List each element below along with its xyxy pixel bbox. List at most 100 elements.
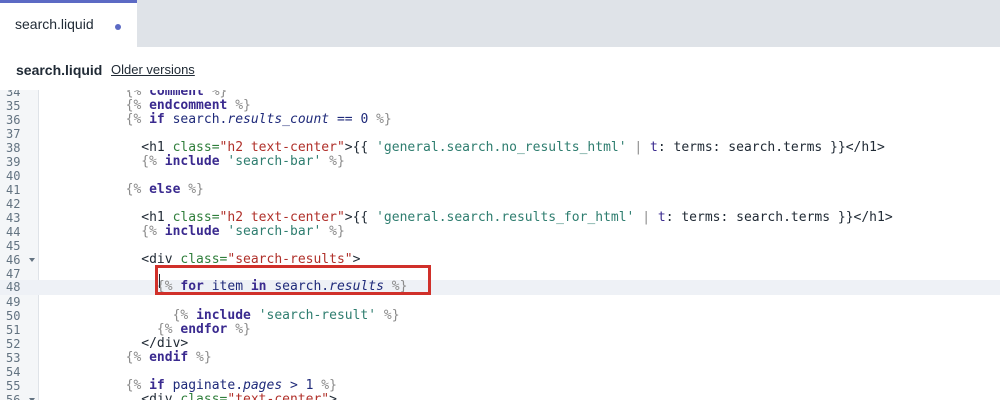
code-token: {%: [63, 350, 150, 365]
tab-label: search.liquid: [15, 16, 94, 32]
code-token: if: [149, 378, 165, 393]
code-token: <h1: [63, 140, 173, 155]
code-text: {% include 'search-result' %}: [63, 309, 400, 323]
text-cursor: [159, 274, 160, 288]
code-line[interactable]: 50 {% include 'search-result' %}: [0, 309, 1000, 324]
code-token: class=: [172, 210, 220, 225]
code-token: %}: [313, 378, 337, 393]
line-number: 36: [6, 113, 21, 127]
file-name: search.liquid: [16, 62, 103, 78]
code-text: {% include 'search-bar' %}: [63, 155, 345, 169]
code-token: t: [657, 210, 666, 225]
highlight-annotation-box: [155, 265, 431, 295]
line-number: 34: [6, 90, 21, 99]
code-line[interactable]: 43 <h1 class="h2 text-center">{{ 'genera…: [0, 210, 1000, 226]
line-number: 37: [6, 127, 21, 141]
code-token: pages: [243, 378, 283, 393]
line-number: 50: [6, 309, 21, 323]
code-token: : terms: search.terms }}</h1>: [657, 140, 885, 155]
code-token: class=: [172, 140, 220, 155]
file-header: search.liquid Older versions: [0, 47, 1000, 90]
code-token: %}: [368, 112, 392, 127]
code-line[interactable]: 38 <h1 class="h2 text-center">{{ 'genera…: [0, 141, 1000, 156]
code-line[interactable]: 39 {% include 'search-bar' %}: [0, 155, 1000, 170]
code-token: |: [634, 210, 658, 225]
code-token: %}: [188, 350, 212, 365]
line-number: 44: [6, 225, 21, 239]
code-token: %}: [321, 154, 345, 169]
code-line[interactable]: 48 {% for item in search.results %}: [0, 280, 1000, 295]
code-line[interactable]: 35 {% endcomment %}: [0, 98, 1000, 114]
code-token: %}: [321, 224, 345, 239]
code-token: results_count: [227, 112, 330, 127]
code-token: {%: [63, 154, 165, 169]
code-text: <h1 class="h2 text-center">{{ 'general.s…: [63, 210, 893, 225]
code-line[interactable]: 42: [0, 197, 1000, 211]
code-token: {%: [63, 112, 150, 127]
code-line[interactable]: 46 <div class="search-results">: [0, 253, 1000, 268]
code-token: {%: [63, 322, 181, 337]
code-text: </div>: [63, 337, 188, 351]
tab-search-liquid[interactable]: search.liquid: [0, 0, 137, 47]
code-token: 'general.search.no_results_html': [376, 140, 627, 155]
code-token: include: [196, 308, 251, 323]
code-token: endcomment: [149, 98, 228, 113]
code-token: "text-center": [227, 392, 330, 400]
line-number: 47: [6, 267, 21, 281]
code-token: include: [164, 154, 220, 169]
code-line[interactable]: 53 {% endif %}: [0, 351, 1000, 366]
code-line[interactable]: 44 {% include 'search-bar' %}: [0, 225, 1000, 240]
code-line[interactable]: 49: [0, 295, 1000, 309]
line-number: 51: [6, 323, 21, 337]
code-line[interactable]: 40: [0, 169, 1000, 183]
older-versions-link[interactable]: Older versions: [111, 62, 195, 77]
code-text: {% if search.results_count == 0 %}: [63, 113, 392, 127]
line-number: 42: [6, 197, 21, 211]
code-line[interactable]: 45: [0, 239, 1000, 253]
line-number: 40: [6, 169, 21, 183]
code-token: {%: [63, 378, 150, 393]
code-token: >: [282, 378, 306, 393]
code-token: >: [329, 392, 337, 400]
code-line[interactable]: 56 <div class="text-center">: [0, 393, 1000, 400]
line-number: 53: [6, 351, 21, 365]
code-token: 'general.search.results_for_html': [376, 210, 635, 225]
line-number: 49: [6, 295, 21, 309]
line-number: 35: [6, 99, 21, 113]
code-line[interactable]: 36 {% if search.results_count == 0 %}: [0, 113, 1000, 128]
code-text: {% else %}: [63, 183, 204, 197]
code-token: endif: [149, 350, 189, 365]
code-token: class=: [180, 392, 228, 400]
code-token: endfor: [180, 322, 228, 337]
code-line[interactable]: 37: [0, 127, 1000, 141]
fold-arrow-icon[interactable]: [29, 258, 35, 262]
code-token: >{{: [344, 140, 377, 155]
code-token: : terms: search.terms }}</h1>: [665, 210, 893, 225]
code-token: if: [149, 112, 165, 127]
line-number: 45: [6, 239, 21, 253]
code-line[interactable]: 54: [0, 365, 1000, 379]
code-line[interactable]: 55 {% if paginate.pages > 1 %}: [0, 378, 1000, 394]
code-token: {%: [63, 308, 197, 323]
line-number: 46: [6, 253, 21, 267]
code-text: <h1 class="h2 text-center">{{ 'general.s…: [63, 141, 885, 155]
code-token: |: [626, 140, 651, 155]
code-token: %}: [227, 322, 251, 337]
code-editor[interactable]: 34 {% comment %} 35 {% endcomment %} 36 {%…: [0, 90, 1000, 400]
code-text: {% endfor %}: [63, 323, 251, 337]
code-line[interactable]: 51 {% endfor %}: [0, 323, 1000, 338]
code-token: 'search-bar': [227, 154, 322, 169]
code-line[interactable]: 52 </div>: [0, 337, 1000, 352]
code-text: <div class="text-center">: [63, 393, 337, 400]
code-text: {% include 'search-bar' %}: [63, 225, 345, 239]
line-number: 38: [6, 141, 21, 155]
code-token: ==: [329, 112, 361, 127]
code-token: else: [149, 182, 181, 197]
code-token: %}: [376, 308, 400, 323]
code-line[interactable]: 41 {% else %}: [0, 183, 1000, 198]
code-token: "h2 text-center": [219, 210, 345, 225]
code-token: %}: [180, 182, 204, 197]
code-text: {% endif %}: [63, 351, 212, 365]
code-token: <div: [63, 392, 181, 400]
